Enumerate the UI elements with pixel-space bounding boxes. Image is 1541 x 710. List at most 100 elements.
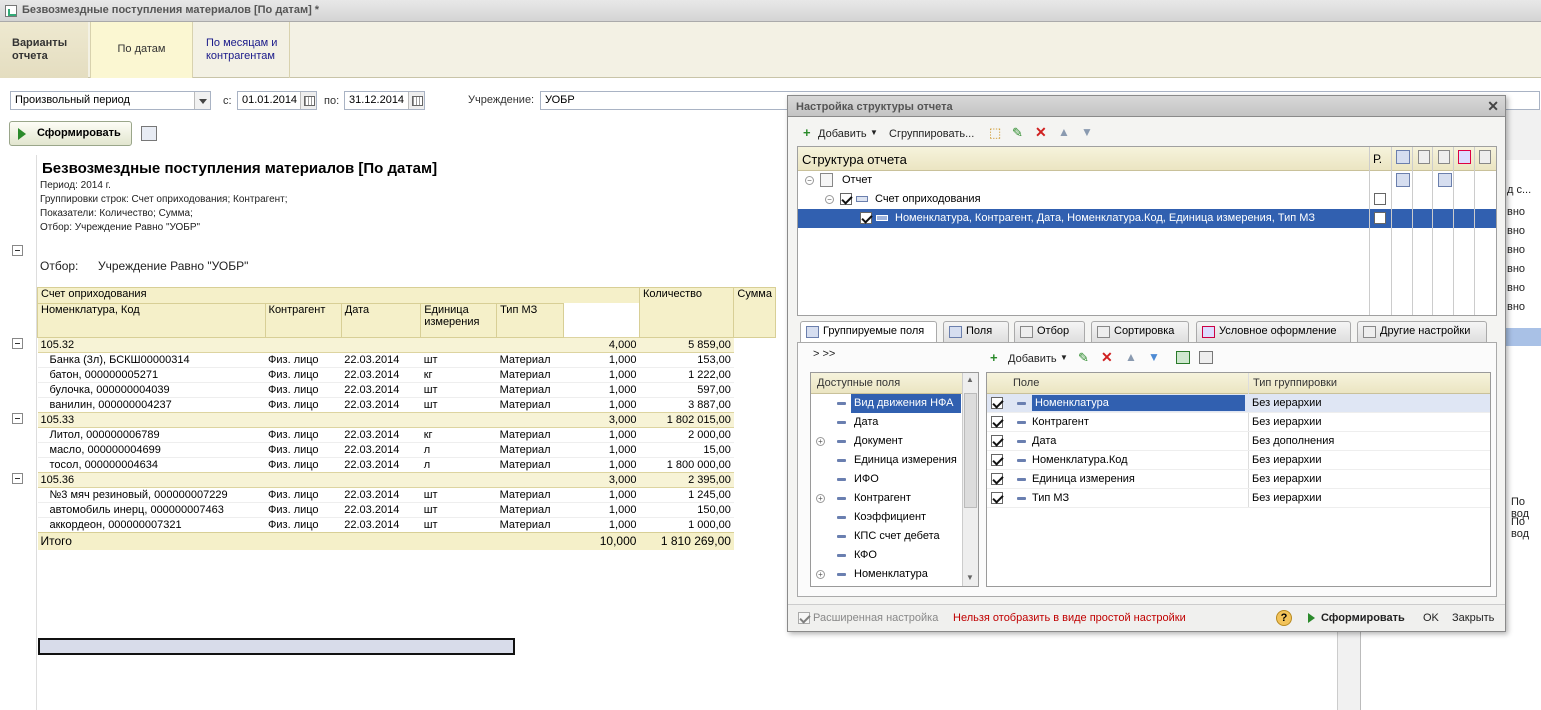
checkbox[interactable]	[991, 435, 1003, 447]
checkbox[interactable]	[840, 193, 852, 205]
scroll-thumb[interactable]	[964, 393, 977, 508]
table-row[interactable]: булочка, 000000004039 Физ. лицо 22.03.2014…	[37, 382, 776, 398]
cell-nomen: №3 мяч резиновый, 000000007229	[37, 487, 266, 503]
tab-fields[interactable]: Поля	[943, 321, 1009, 342]
date-from-field[interactable]: 01.01.2014	[237, 91, 317, 110]
checkbox[interactable]	[991, 397, 1003, 409]
print-settings-icon[interactable]	[141, 126, 157, 141]
move-up-icon[interactable]: ▲	[1125, 350, 1137, 364]
close-icon[interactable]: ✕	[1487, 98, 1499, 115]
move-down-icon[interactable]: ▼	[1148, 350, 1160, 364]
edit-icon[interactable]: ✎	[1078, 350, 1089, 366]
collapse-icon[interactable]	[12, 413, 23, 424]
group-row[interactable]: 105.32 4,000 5 859,00	[37, 337, 776, 353]
cell-sum: 15,00	[639, 442, 734, 458]
report-filter-label: Отбор:	[40, 259, 79, 273]
available-field-item[interactable]: ИФО	[851, 470, 961, 489]
tab-other-settings[interactable]: Другие настройки	[1357, 321, 1487, 342]
cell-type: Материал	[496, 427, 564, 443]
org-label: Учреждение:	[468, 94, 535, 106]
delete-icon[interactable]: ✕	[1035, 124, 1047, 141]
extended-settings-checkbox[interactable]	[798, 612, 810, 624]
add-button[interactable]: Добавить	[818, 128, 867, 140]
move-up-icon[interactable]: ▲	[1058, 125, 1070, 139]
checkbox[interactable]	[1374, 212, 1386, 224]
collapse-icon[interactable]	[12, 245, 23, 256]
grouping-field-row[interactable]: Контрагент Без иерархии	[987, 413, 1490, 432]
edit-icon[interactable]: ✎	[1012, 125, 1023, 141]
date-to-field[interactable]: 31.12.2014	[344, 91, 425, 110]
available-field-item[interactable]: Документ	[851, 432, 961, 451]
grouping-field-row[interactable]: Номенклатура.Код Без иерархии	[987, 451, 1490, 470]
table-row[interactable]: тосол, 000000004634 Физ. лицо 22.03.2014 л М…	[37, 457, 776, 473]
variants-bar: Варианты отчета По датам По месяцам и ко…	[0, 22, 1541, 78]
tree-label-account: Счет оприходования	[875, 193, 981, 205]
period-type-select[interactable]: Произвольный период	[10, 91, 211, 110]
grouping-field-row[interactable]: Тип МЗ Без иерархии	[987, 489, 1490, 508]
collapse-icon[interactable]: −	[805, 176, 814, 185]
tab-by-dates[interactable]: По датам	[90, 22, 193, 78]
group-row[interactable]: 105.36 3,000 2 395,00	[37, 472, 776, 488]
table-row[interactable]: аккордеон, 000000007321 Физ. лицо 22.03.20…	[37, 517, 776, 533]
checkbox[interactable]	[1374, 193, 1386, 205]
available-field-item[interactable]: Коэффициент	[851, 508, 961, 527]
tab-grouped-fields[interactable]: Группируемые поля	[800, 321, 937, 343]
collapse-icon[interactable]	[12, 473, 23, 484]
table-row[interactable]: ванилин, 000000004237 Физ. лицо 22.03.2014…	[37, 397, 776, 413]
generate-report-button[interactable]: Сформировать	[9, 121, 132, 146]
collapse-icon[interactable]: −	[825, 195, 834, 204]
add-field-button[interactable]: Добавить	[1008, 353, 1057, 365]
calendar-icon[interactable]	[408, 92, 424, 109]
available-field-item[interactable]: Вид движения НФА	[851, 394, 961, 413]
table-row[interactable]: Банка (3л), БСКШ00000314 Физ. лицо 22.03.2…	[37, 352, 776, 368]
expand-icon[interactable]: +	[816, 437, 825, 446]
chevron-down-icon[interactable]	[194, 92, 210, 109]
grouping-field-row[interactable]: Единица измерения Без иерархии	[987, 470, 1490, 489]
selected-cell[interactable]	[38, 638, 515, 655]
expand-icon[interactable]: +	[816, 494, 825, 503]
table-row[interactable]: №3 мяч резиновый, 000000007229 Физ. лицо 2…	[37, 487, 776, 503]
footer-generate-button[interactable]: Сформировать	[1321, 612, 1405, 624]
scroll-down-icon[interactable]: ▼	[966, 573, 974, 582]
available-field-item[interactable]: Номенклатура	[851, 565, 961, 584]
check-all-icon[interactable]	[1176, 351, 1190, 364]
table-row[interactable]: автомобиль инерц, 000000007463 Физ. лицо 2…	[37, 502, 776, 518]
scrollbar[interactable]: ▲ ▼	[962, 373, 978, 586]
sort-icon	[1097, 326, 1110, 338]
available-field-item[interactable]: Контрагент	[851, 489, 961, 508]
move-down-icon[interactable]: ▼	[1081, 125, 1093, 139]
checkbox[interactable]	[991, 492, 1003, 504]
scroll-up-icon[interactable]: ▲	[966, 375, 974, 384]
table-row[interactable]: батон, 000000005271 Физ. лицо 22.03.2014 кг…	[37, 367, 776, 383]
available-field-item[interactable]: Единица измерения	[851, 451, 961, 470]
checkbox[interactable]	[860, 212, 872, 224]
dropdown-arrow-icon[interactable]: ▼	[870, 128, 878, 137]
dropdown-arrow-icon[interactable]: ▼	[1060, 353, 1068, 362]
uncheck-all-icon[interactable]	[1199, 351, 1213, 364]
grouping-field-row[interactable]: Дата Без дополнения	[987, 432, 1490, 451]
move-arrows[interactable]: > >>	[813, 348, 835, 360]
help-icon[interactable]: ?	[1276, 610, 1292, 626]
checkbox[interactable]	[991, 454, 1003, 466]
select-icon[interactable]: ⬚	[989, 125, 1001, 141]
ok-button[interactable]: OK	[1423, 612, 1439, 624]
close-button[interactable]: Закрыть	[1452, 612, 1494, 624]
tab-by-months-contractors[interactable]: По месяцам и контрагентам	[194, 22, 290, 78]
table-row[interactable]: масло, 000000004699 Физ. лицо 22.03.2014 л М…	[37, 442, 776, 458]
checkbox[interactable]	[991, 473, 1003, 485]
expand-icon[interactable]: +	[816, 570, 825, 579]
available-field-item[interactable]: КПС счет дебета	[851, 527, 961, 546]
group-row[interactable]: 105.33 3,000 1 802 015,00	[37, 412, 776, 428]
tab-filter[interactable]: Отбор	[1014, 321, 1085, 342]
checkbox[interactable]	[991, 416, 1003, 428]
group-button[interactable]: Сгруппировать...	[889, 128, 974, 140]
tab-sorting[interactable]: Сортировка	[1091, 321, 1189, 342]
collapse-icon[interactable]	[12, 338, 23, 349]
available-field-item[interactable]: КФО	[851, 546, 961, 565]
calendar-icon[interactable]	[300, 92, 316, 109]
delete-icon[interactable]: ✕	[1101, 349, 1113, 366]
tab-conditional-format[interactable]: Условное оформление	[1196, 321, 1351, 342]
table-row[interactable]: Литол, 000000006789 Физ. лицо 22.03.2014 кг…	[37, 427, 776, 443]
available-field-item[interactable]: Дата	[851, 413, 961, 432]
grouping-field-row[interactable]: Номенклатура Без иерархии	[987, 394, 1490, 413]
